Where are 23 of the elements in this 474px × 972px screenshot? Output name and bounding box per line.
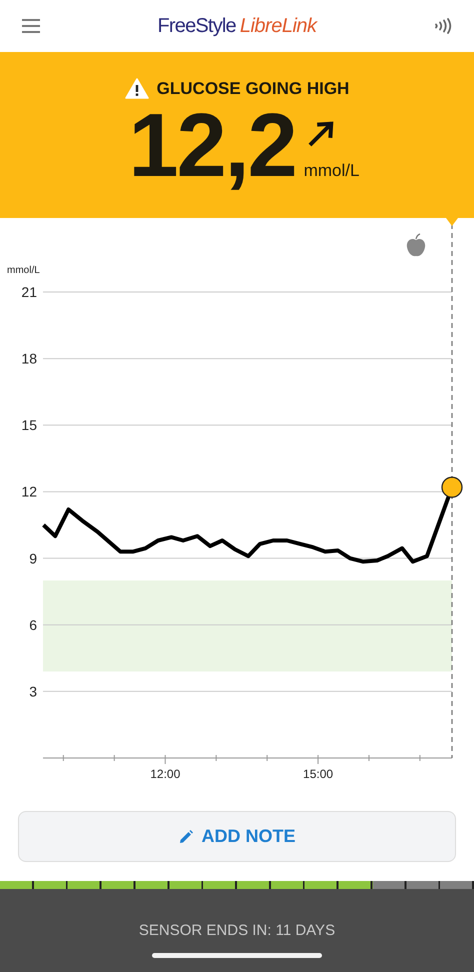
current-reading-dot [441, 476, 463, 498]
x-axis-label: 15:00 [303, 767, 334, 781]
menu-icon[interactable] [22, 19, 40, 33]
y-axis-label: 21 [21, 284, 37, 300]
brand-name: FreeStyle [157, 14, 236, 38]
glucose-value: 12,2 [128, 101, 296, 191]
axis-unit-label: mmol/L [7, 265, 40, 276]
y-axis-label: 6 [29, 616, 37, 633]
warning-icon [124, 78, 149, 99]
y-axis-label: 9 [29, 550, 37, 566]
sensor-status: SENSOR ENDS IN: 11 DAYS [138, 922, 336, 939]
y-axis-label: 3 [29, 683, 37, 700]
alert-message: GLUCOSE GOING HIGH [156, 78, 350, 98]
brand-name-highlight: LibreLink [240, 14, 317, 38]
pencil-icon [178, 830, 192, 844]
y-axis-label: 18 [21, 350, 37, 367]
scan-signal-icon[interactable] [434, 18, 452, 34]
y-axis-label: 12 [21, 484, 37, 500]
x-axis-label: 12:00 [150, 767, 180, 781]
unit-label: mmol/L [304, 161, 360, 181]
apple-icon [406, 233, 426, 256]
add-note-button[interactable]: ADD NOTE [18, 811, 456, 862]
y-axis-label: 15 [21, 417, 37, 434]
